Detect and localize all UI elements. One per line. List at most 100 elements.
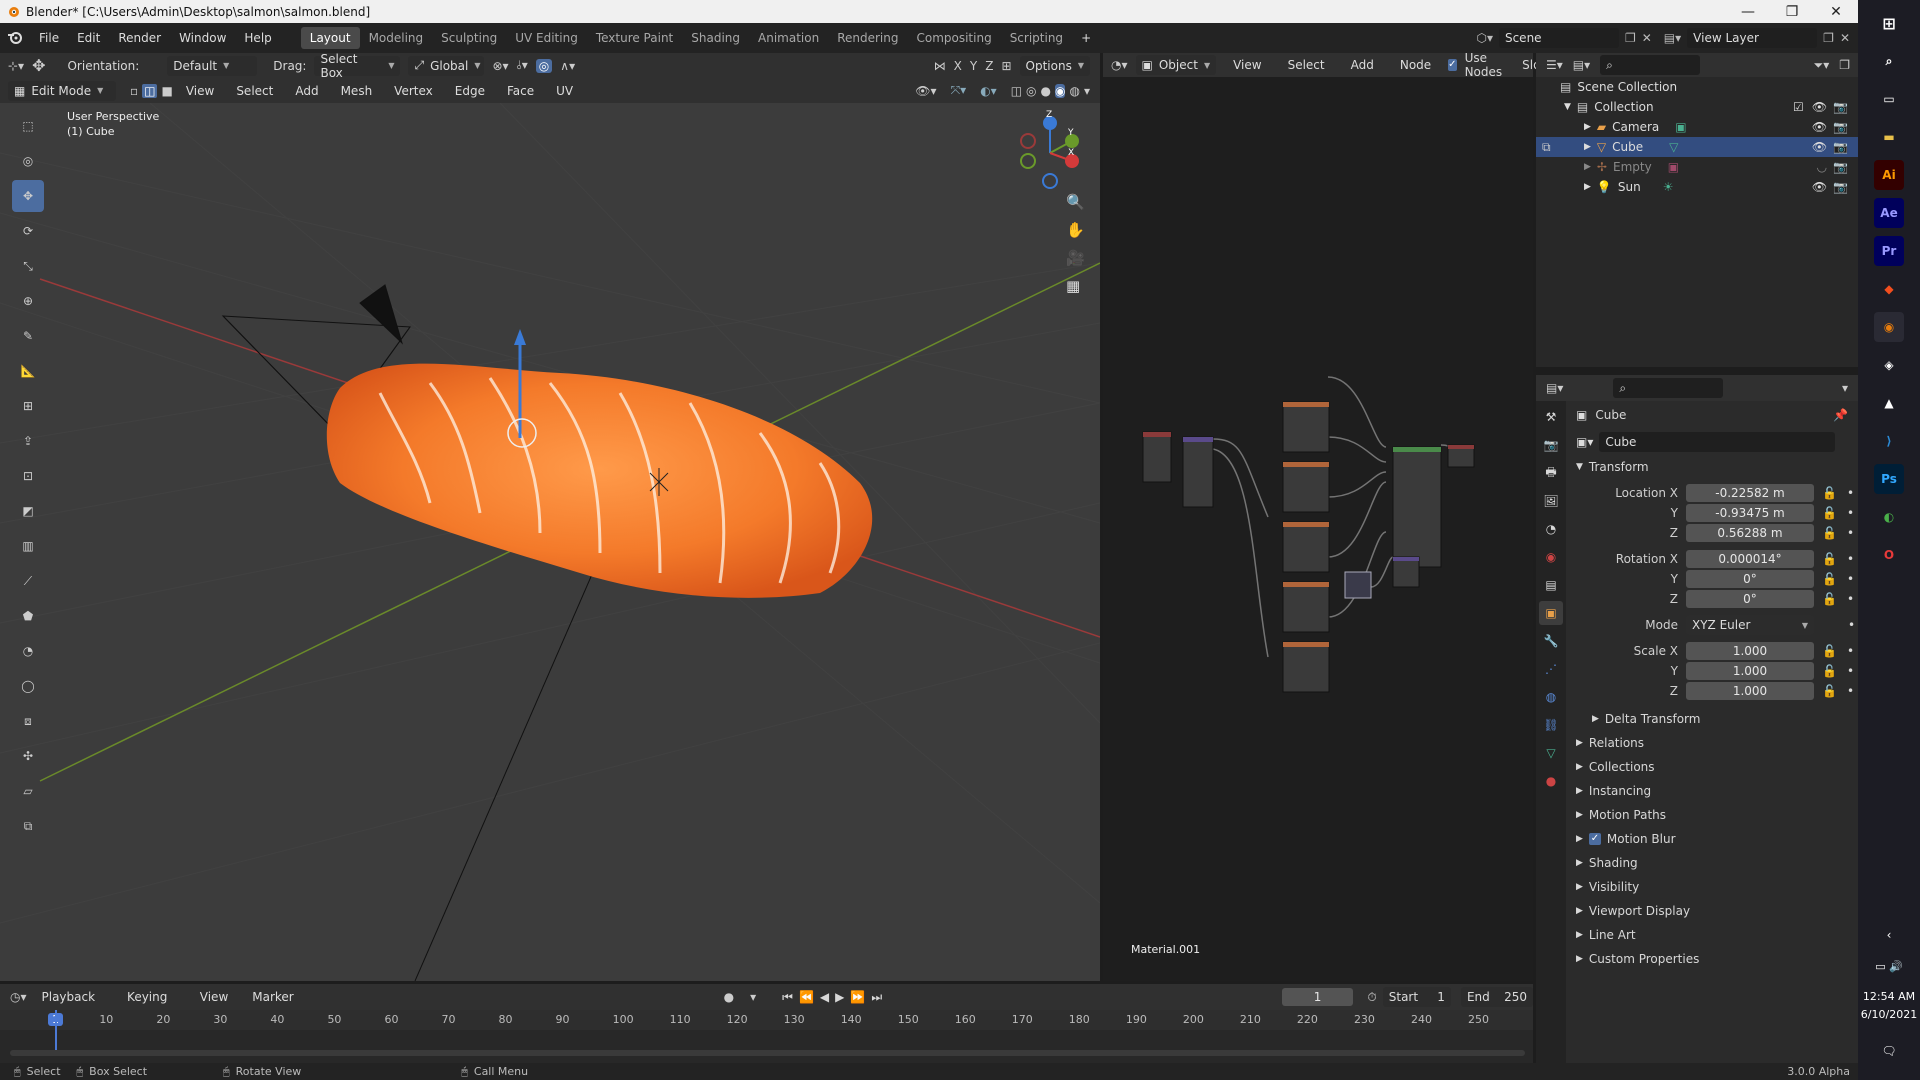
visibility-eye-icon[interactable]: 👁 bbox=[1812, 180, 1827, 194]
location-y-field[interactable]: -0.93475 m bbox=[1686, 504, 1814, 522]
render-camera-icon[interactable]: 📷 bbox=[1833, 160, 1848, 174]
gizmo-z-label[interactable]: Z bbox=[1046, 110, 1052, 120]
vp-menu-mesh[interactable]: Mesh bbox=[332, 80, 382, 102]
timeline-type-icon[interactable]: ◷▾ bbox=[10, 990, 27, 1004]
timeline-menu-view[interactable]: View bbox=[191, 986, 237, 1008]
face-select-icon[interactable]: ■ bbox=[161, 84, 172, 98]
mirror-icon[interactable]: ⋈ bbox=[934, 59, 946, 73]
tray-icons[interactable]: ▭ 🔊 bbox=[1858, 960, 1920, 973]
vscode-icon[interactable]: ⟩ bbox=[1874, 426, 1904, 456]
new-scene-icon[interactable]: ❐ bbox=[1625, 31, 1636, 45]
options-dropdown[interactable]: Options ▼ bbox=[1019, 55, 1090, 76]
use-nodes-checkbox[interactable]: ✓ bbox=[1448, 59, 1457, 71]
shading-options-icon[interactable]: ▾ bbox=[1084, 84, 1090, 98]
vp-menu-view[interactable]: View bbox=[177, 80, 223, 102]
keyframe-dot-icon[interactable]: • bbox=[1847, 644, 1854, 658]
shading-rendered-icon[interactable]: ◍ bbox=[1069, 84, 1079, 98]
taskbar-search-icon[interactable]: ⌕ bbox=[1874, 46, 1904, 76]
menu-file[interactable]: File bbox=[30, 27, 68, 49]
render-camera-icon[interactable]: 📷 bbox=[1833, 100, 1848, 114]
expand-arrow-icon[interactable]: ▶ bbox=[1584, 162, 1591, 172]
vertex-select-icon[interactable]: ▫ bbox=[130, 84, 138, 98]
clock-date[interactable]: 6/10/2021 bbox=[1858, 1008, 1920, 1021]
pivot-icon[interactable]: ⊗▾ bbox=[492, 59, 508, 73]
node-menu-node[interactable]: Node bbox=[1391, 54, 1440, 76]
axis-y-toggle[interactable]: Y bbox=[970, 59, 977, 73]
loop-cut-tool-icon[interactable]: ▥ bbox=[12, 530, 44, 562]
frame-ruler[interactable]: 1102030405060708090100110120130140150160… bbox=[0, 1010, 1533, 1030]
collections-panel[interactable]: ▶ Collections bbox=[1566, 755, 1858, 779]
shrink-fatten-tool-icon[interactable]: ✣ bbox=[12, 740, 44, 772]
display-mode-icon[interactable]: ▤▾ bbox=[1573, 58, 1590, 72]
properties-search-input[interactable]: ⌕ bbox=[1613, 378, 1724, 398]
camera-view-icon[interactable]: 🎥 bbox=[1066, 249, 1085, 267]
render-camera-icon[interactable]: 📷 bbox=[1833, 140, 1848, 154]
collection-tab-icon[interactable]: ▤ bbox=[1539, 573, 1563, 597]
delete-view-layer-icon[interactable]: ✕ bbox=[1840, 31, 1850, 45]
start-frame-field[interactable]: Start 1 bbox=[1382, 987, 1451, 1007]
axis-x-toggle[interactable]: X bbox=[954, 59, 962, 73]
timeline-menu-playback[interactable]: Playback ▼ bbox=[33, 986, 113, 1025]
end-frame-field[interactable]: End 250 bbox=[1460, 987, 1533, 1007]
rotation-x-field[interactable]: 0.000014° bbox=[1686, 550, 1814, 568]
orientation-dropdown[interactable]: Default ▼ bbox=[167, 55, 258, 76]
scale-y-field[interactable]: 1.000 bbox=[1686, 662, 1814, 680]
constraints-tab-icon[interactable]: ⛓ bbox=[1539, 713, 1563, 737]
object-data-selector-icon[interactable]: ▣▾ bbox=[1576, 435, 1593, 449]
gizmo-y-label[interactable]: Y bbox=[1068, 128, 1074, 138]
sun-data-icon[interactable]: ☀ bbox=[1663, 180, 1674, 194]
jump-start-icon[interactable]: ⏮ bbox=[782, 990, 793, 1005]
gizmo-toggle-icon[interactable]: ⤧▾ bbox=[951, 83, 967, 98]
vp-menu-edge[interactable]: Edge bbox=[446, 80, 494, 102]
knife-tool-icon[interactable]: ⟋ bbox=[12, 565, 44, 597]
green-app-icon[interactable]: ◐ bbox=[1874, 502, 1904, 532]
keyframe-dot-icon[interactable]: • bbox=[1848, 618, 1855, 632]
tab-animation[interactable]: Animation bbox=[749, 27, 828, 49]
zoom-icon[interactable]: 🔍 bbox=[1066, 193, 1085, 211]
render-camera-icon[interactable]: 📷 bbox=[1833, 180, 1848, 194]
keyframe-dot-icon[interactable]: • bbox=[1847, 526, 1854, 540]
custom-properties-panel[interactable]: ▶ Custom Properties bbox=[1566, 947, 1858, 971]
move-tool-icon[interactable]: ✥ bbox=[12, 180, 44, 212]
location-z-field[interactable]: 0.56288 m bbox=[1686, 524, 1814, 542]
timeline-menu-marker[interactable]: Marker bbox=[243, 986, 302, 1008]
new-collection-icon[interactable]: ❐ bbox=[1839, 58, 1850, 72]
transform-tool-icon[interactable]: ✥ bbox=[32, 56, 45, 75]
pan-hand-icon[interactable]: ✋ bbox=[1066, 221, 1085, 239]
keyframe-dot-icon[interactable]: • bbox=[1847, 664, 1854, 678]
collapse-arrow-icon[interactable]: ▼ bbox=[1564, 102, 1571, 112]
tab-rendering[interactable]: Rendering bbox=[828, 27, 907, 49]
pin-icon[interactable]: 📌 bbox=[1833, 408, 1848, 422]
motion-blur-panel[interactable]: ▶ ✓ Motion Blur bbox=[1566, 827, 1858, 851]
snap-icon[interactable]: ⫰▾ bbox=[517, 58, 528, 73]
jump-end-icon[interactable]: ⏭ bbox=[871, 990, 882, 1005]
expand-arrow-icon[interactable]: ▶ bbox=[1584, 122, 1591, 132]
stopwatch-icon[interactable]: ⏱ bbox=[1367, 990, 1376, 1005]
photoshop-icon[interactable]: Ps bbox=[1874, 464, 1904, 494]
play-icon[interactable]: ▶ bbox=[835, 990, 844, 1004]
scene-selector[interactable]: Scene bbox=[1498, 28, 1619, 48]
world-tab-icon[interactable]: ◉ bbox=[1539, 545, 1563, 569]
close-button[interactable]: ✕ bbox=[1814, 0, 1858, 23]
node-menu-add[interactable]: Add bbox=[1342, 54, 1383, 76]
overlay-toggle-icon[interactable]: ◐▾ bbox=[980, 84, 997, 98]
lock-icon[interactable]: 🔓 bbox=[1822, 486, 1837, 500]
lock-icon[interactable]: 🔓 bbox=[1822, 644, 1837, 658]
visibility-eye-icon[interactable]: 👁 bbox=[1812, 100, 1827, 114]
empty-image-icon[interactable]: ▣ bbox=[1668, 160, 1679, 174]
view-layer-icon[interactable]: ▤▾ bbox=[1664, 31, 1681, 45]
ortho-grid-icon[interactable]: ▦ bbox=[1066, 277, 1085, 295]
line-art-panel[interactable]: ▶ Line Art bbox=[1566, 923, 1858, 947]
view-layer-tab-icon[interactable]: 🖼 bbox=[1539, 489, 1563, 513]
visibility-eye-icon[interactable]: 👁 bbox=[1812, 120, 1827, 134]
timeline-area[interactable]: 1102030405060708090100110120130140150160… bbox=[0, 1010, 1533, 1065]
clock-time[interactable]: 12:54 AM bbox=[1858, 990, 1920, 1003]
proportional-edit-icon[interactable]: ◎ bbox=[535, 58, 553, 73]
outliner-item-cube[interactable]: ⧉ ▶ ▽ Cube ▽ 👁 📷 bbox=[1536, 137, 1858, 157]
keyframe-dot-icon[interactable]: • bbox=[1847, 572, 1854, 586]
render-tab-icon[interactable]: 📷 bbox=[1539, 433, 1563, 457]
camera-data-icon[interactable]: ▣ bbox=[1675, 120, 1686, 134]
lock-icon[interactable]: 🔓 bbox=[1822, 592, 1837, 606]
scale-x-field[interactable]: 1.000 bbox=[1686, 642, 1814, 660]
opera-icon[interactable]: O bbox=[1874, 540, 1904, 570]
